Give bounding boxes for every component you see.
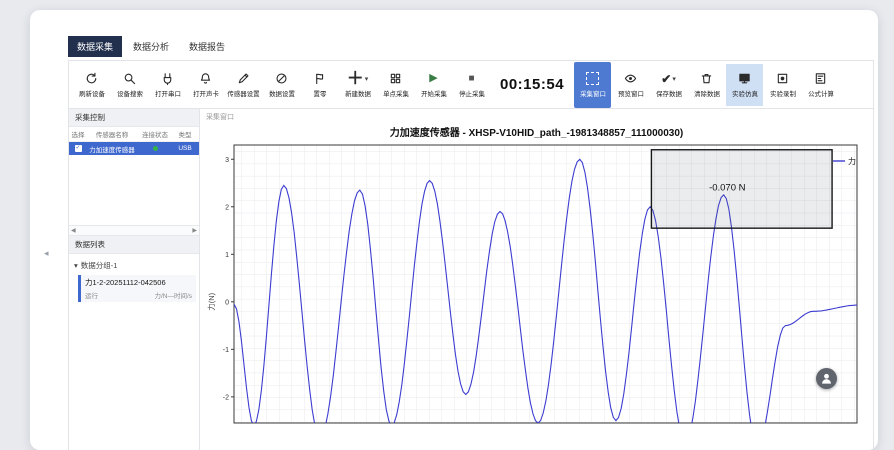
new-data-button[interactable]: ＋▾新建数据 [339, 64, 376, 106]
content-area: 采集控制 选择 传感器名称 连接状态 类型 ✓ 力加速度传感器 USB [69, 109, 873, 450]
waveform-chart: 3 2 1 0 -1 -2 力(N) -0.070 N 力 [204, 139, 864, 439]
col-select: 选择 [69, 129, 87, 139]
data-settings-button[interactable]: 数据设置 [263, 64, 300, 106]
quill-icon [313, 71, 326, 87]
col-type: 类型 [173, 129, 197, 139]
open-serial-button[interactable]: 打开串口 [149, 64, 186, 106]
trash-icon [700, 71, 713, 87]
panel-label: 采集窗口 [200, 109, 873, 123]
workspace-frame: 刷新设备设备搜索打开串口打开声卡传感器设置数据设置置零＋▾新建数据单点采集▶开始… [68, 60, 874, 450]
experiment-sim-button[interactable]: 实验仿真 [726, 64, 763, 106]
chart-container: 力加速度传感器 - XHSP-V10HID_path_-1981348857_1… [200, 123, 873, 450]
svg-text:力(N): 力(N) [206, 292, 216, 310]
start-collect-button[interactable]: ▶开始采集 [415, 64, 452, 106]
sensor-name: 力加速度传感器 [87, 144, 137, 154]
data-group-row[interactable]: ▾ 数据分组-1 [72, 258, 196, 273]
sensor-row[interactable]: ✓ 力加速度传感器 USB [69, 142, 199, 155]
data-list-header: 数据列表 [69, 236, 199, 254]
svg-text:1: 1 [225, 252, 229, 259]
sensor-type: USB [173, 145, 197, 152]
chart-title: 力加速度传感器 - XHSP-V10HID_path_-1981348857_1… [204, 124, 869, 139]
stop-icon: ■ [468, 71, 474, 87]
sidebar-collapse-icon[interactable]: ◂ [44, 248, 49, 259]
calc-icon [814, 71, 827, 87]
toolbar: 刷新设备设备搜索打开串口打开声卡传感器设置数据设置置零＋▾新建数据单点采集▶开始… [69, 61, 873, 109]
monitor-icon [738, 71, 751, 87]
scroll-left-icon[interactable]: ◀ [71, 227, 76, 234]
dropdown-caret-icon[interactable]: ▾ [365, 75, 369, 83]
search-icon [123, 71, 136, 87]
dropdown-caret-icon[interactable]: ▾ [672, 75, 676, 83]
svg-text:-2: -2 [223, 394, 229, 401]
chevron-down-icon: ▾ [74, 261, 78, 270]
dashed-icon [586, 71, 599, 87]
data-record-name: 力1-2-20251112-042506 [85, 277, 192, 288]
grid-icon [389, 71, 402, 87]
svg-text:3: 3 [225, 157, 229, 164]
tab-data-report[interactable]: 数据报告 [180, 36, 234, 57]
data-record-state: 运行 [85, 290, 98, 300]
play-icon: ▶ [429, 71, 437, 87]
set-zero-button[interactable]: 置零 [301, 64, 338, 106]
collect-control-header: 采集控制 [69, 109, 199, 127]
pencil-icon [237, 71, 250, 87]
sidebar: 采集控制 选择 传感器名称 连接状态 类型 ✓ 力加速度传感器 USB [69, 109, 200, 450]
sensor-table: 选择 传感器名称 连接状态 类型 ✓ 力加速度传感器 USB [69, 127, 199, 225]
refresh-device-button[interactable]: 刷新设备 [73, 64, 110, 106]
serial-icon [161, 71, 174, 87]
save-data-button[interactable]: ✔▾保存数据 [650, 64, 687, 106]
person-icon [820, 372, 833, 385]
data-list-panel: ▾ 数据分组-1 力1-2-20251112-042506 运行 力/N—时间/… [69, 254, 199, 450]
col-sensor-name: 传感器名称 [87, 129, 137, 139]
svg-text:0: 0 [225, 299, 229, 306]
main-panel: 采集窗口 力加速度传感器 - XHSP-V10HID_path_-1981348… [200, 109, 873, 450]
data-record-axes: 力/N—时间/s [154, 290, 192, 300]
bell-icon [199, 71, 212, 87]
collect-window-button[interactable]: 采集窗口 [574, 62, 611, 108]
collect-timer: 00:15:54 [500, 76, 564, 93]
main-tabbar: 数据采集数据分析数据报告 [30, 10, 878, 57]
sensor-table-header: 选择 传感器名称 连接状态 类型 [69, 127, 199, 142]
status-dot [153, 146, 158, 151]
horizontal-scrollbar[interactable]: ◀ ▶ [69, 225, 199, 236]
plus-icon: ＋▾ [347, 71, 369, 87]
clear-data-button[interactable]: 清除数据 [688, 64, 725, 106]
scroll-right-icon[interactable]: ▶ [192, 227, 197, 234]
experiment-record-button[interactable]: 实验录制 [764, 64, 801, 106]
refresh-icon [85, 71, 98, 87]
stop-collect-button[interactable]: ■停止采集 [453, 64, 490, 106]
svg-text:2: 2 [225, 204, 229, 211]
eye-icon [624, 71, 637, 87]
record-icon [776, 71, 789, 87]
legend-label: 力 [848, 156, 856, 166]
device-search-button[interactable]: 设备搜索 [111, 64, 148, 106]
open-sound-button[interactable]: 打开声卡 [187, 64, 224, 106]
data-record-item[interactable]: 力1-2-20251112-042506 运行 力/N—时间/s [78, 275, 196, 302]
slash-icon [275, 71, 288, 87]
preview-window-button[interactable]: 预览窗口 [612, 64, 649, 106]
formula-calc-button[interactable]: 公式计算 [802, 64, 839, 106]
tab-data-collect[interactable]: 数据采集 [68, 36, 122, 57]
selection-value-label: -0.070 N [709, 183, 746, 194]
app-window: 数据采集数据分析数据报告 刷新设备设备搜索打开串口打开声卡传感器设置数据设置置零… [30, 10, 878, 450]
svg-text:-1: -1 [223, 347, 229, 354]
check-icon: ✔▾ [661, 71, 676, 87]
data-group-label: 数据分组-1 [81, 260, 118, 271]
sensor-checkbox[interactable]: ✓ [75, 145, 82, 152]
tab-data-analysis[interactable]: 数据分析 [124, 36, 178, 57]
user-avatar-button[interactable] [816, 368, 837, 389]
sample-plan-button[interactable]: 单点采集 [377, 64, 414, 106]
col-status: 连接状态 [137, 129, 173, 139]
sensor-settings-button[interactable]: 传感器设置 [225, 64, 262, 106]
